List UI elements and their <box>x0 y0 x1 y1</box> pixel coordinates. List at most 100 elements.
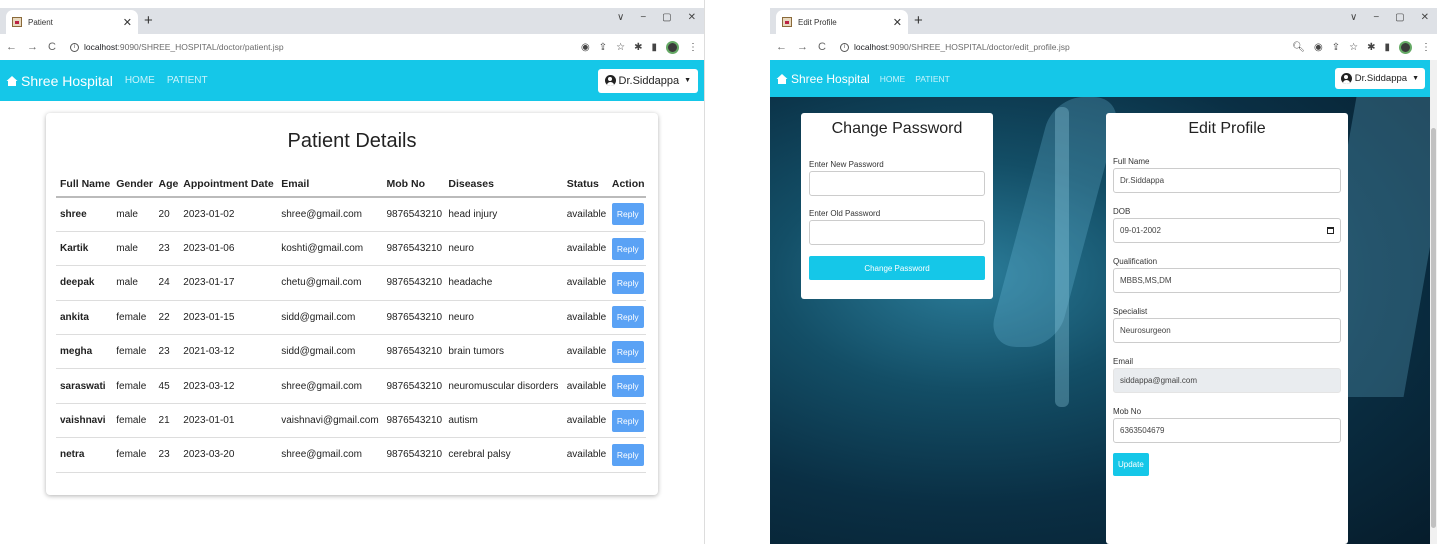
nav-patient[interactable]: PATIENT <box>167 75 208 86</box>
reply-button[interactable]: Reply <box>611 271 644 294</box>
table-cell: 2023-01-02 <box>179 197 278 232</box>
reply-button[interactable]: Reply <box>611 237 644 260</box>
column-header: Full Name <box>56 172 113 198</box>
sidepanel-icon[interactable]: ▮ <box>651 42 657 53</box>
brand[interactable]: Shree Hospital <box>6 73 113 89</box>
qualification-field[interactable]: MBBS,MS,DM <box>1113 268 1341 293</box>
close-window-icon[interactable]: ✕ <box>1421 12 1429 23</box>
browser-tab[interactable]: Patient ✕ <box>6 10 138 34</box>
mob-no-value: 6363504679 <box>1120 426 1165 435</box>
reply-button[interactable]: Reply <box>611 375 644 398</box>
back-icon[interactable]: ← <box>6 41 17 53</box>
forward-icon[interactable]: → <box>27 41 38 53</box>
old-password-input[interactable] <box>809 220 985 245</box>
reply-button[interactable]: Reply <box>611 203 644 226</box>
tab-strip: Patient ✕ + ∨ − ▢ ✕ <box>0 8 704 34</box>
tab-search-icon[interactable]: ∨ <box>617 12 624 23</box>
extensions-icon[interactable]: ✱ <box>634 42 642 53</box>
brand[interactable]: Shree Hospital <box>776 72 870 86</box>
profile-avatar[interactable] <box>1399 40 1412 54</box>
browser-tab[interactable]: Edit Profile ✕ <box>776 10 908 34</box>
back-icon[interactable]: ← <box>776 41 787 53</box>
table-cell: sidd@gmail.com <box>277 300 383 336</box>
maximize-icon[interactable]: ▢ <box>1395 12 1404 23</box>
reply-button[interactable]: Reply <box>611 340 644 363</box>
page-title: Patient Details <box>287 130 417 152</box>
maximize-icon[interactable]: ▢ <box>662 12 671 23</box>
reply-button[interactable]: Reply <box>611 409 644 432</box>
specialist-field[interactable]: Neurosurgeon <box>1113 318 1341 343</box>
specialist-label: Specialist <box>1113 307 1148 316</box>
star-icon[interactable]: ☆ <box>1349 42 1358 53</box>
site-info-icon[interactable]: i <box>69 42 79 52</box>
change-password-button[interactable]: Change Password <box>809 256 985 280</box>
mob-no-field[interactable]: 6363504679 <box>1113 418 1341 443</box>
new-password-input[interactable] <box>809 171 985 196</box>
menu-icon[interactable]: ⋮ <box>1421 42 1431 53</box>
table-cell: female <box>112 403 155 439</box>
table-row: vaishnavi female 21 2023-01-01 vaishnavi@gma… <box>56 403 646 439</box>
scrollbar[interactable] <box>1430 60 1437 544</box>
user-name: Dr.Siddappa <box>1354 73 1408 84</box>
reload-icon[interactable]: C <box>818 41 826 53</box>
user-dropdown-button[interactable]: Dr.Siddappa ▼ <box>1334 68 1425 89</box>
table-cell: ankita <box>56 300 113 336</box>
dob-field[interactable]: 09-01-2002 <box>1113 218 1341 243</box>
site-info-icon[interactable]: i <box>839 42 849 52</box>
eye-icon[interactable]: ◉ <box>581 42 590 53</box>
table-cell: megha <box>56 334 113 370</box>
nav-home[interactable]: HOME <box>125 75 155 86</box>
new-tab-icon[interactable]: + <box>144 13 153 29</box>
column-header: Email <box>277 172 383 198</box>
reply-button[interactable]: Reply <box>611 306 644 329</box>
change-password-card: Change Password Enter New Password Enter… <box>801 113 993 299</box>
nav-home[interactable]: HOME <box>880 74 906 84</box>
calendar-icon[interactable] <box>1327 227 1334 234</box>
table-cell: 21 <box>154 403 180 439</box>
patient-table: Full Name Gender Age Appointment Date Email M… <box>56 172 646 473</box>
table-cell: male <box>112 231 155 267</box>
table-cell: neuro <box>444 300 563 336</box>
home-icon <box>776 73 788 84</box>
forward-icon[interactable]: → <box>797 41 808 53</box>
user-dropdown-button[interactable]: Dr.Siddappa ▼ <box>597 68 698 93</box>
browser-window-edit-profile: Edit Profile ✕ + ∨ − ▢ ✕ ← → C i localho… <box>770 0 1437 544</box>
table-cell: deepak <box>56 265 113 301</box>
address-bar: ← → C i localhost :9090/SHREE_HOSPITAL/d… <box>0 34 704 60</box>
nav-patient[interactable]: PATIENT <box>915 74 950 84</box>
table-cell: 2023-01-15 <box>179 300 278 336</box>
url-field[interactable]: i localhost :9090/SHREE_HOSPITAL/doctor/… <box>839 42 1070 52</box>
star-icon[interactable]: ☆ <box>616 42 625 53</box>
full-name-field[interactable]: Dr.Siddappa <box>1113 168 1341 193</box>
minimize-icon[interactable]: − <box>640 12 646 23</box>
tab-title: Edit Profile <box>798 17 837 27</box>
close-window-icon[interactable]: ✕ <box>688 12 696 23</box>
url-field[interactable]: i localhost :9090/SHREE_HOSPITAL/doctor/… <box>69 42 284 52</box>
scroll-thumb[interactable] <box>1431 128 1436 528</box>
minimize-icon[interactable]: − <box>1373 12 1379 23</box>
caret-down-icon: ▼ <box>684 77 691 84</box>
window-controls: ∨ − ▢ ✕ <box>617 12 696 23</box>
zoom-icon[interactable]: 🔍︎ <box>1292 42 1305 53</box>
eye-icon[interactable]: ◉ <box>1314 42 1323 53</box>
action-cell: Reply <box>607 265 646 301</box>
reload-icon[interactable]: C <box>48 41 56 53</box>
table-cell: neuro <box>444 231 563 267</box>
table-cell: cerebral palsy <box>444 437 563 473</box>
close-tab-icon[interactable]: ✕ <box>893 16 902 29</box>
column-header: Status <box>562 172 608 198</box>
new-tab-icon[interactable]: + <box>914 13 923 29</box>
url-host: localhost <box>853 42 888 52</box>
sidepanel-icon[interactable]: ▮ <box>1384 42 1390 53</box>
reply-button[interactable]: Reply <box>611 443 644 466</box>
share-icon[interactable]: ⇪ <box>599 42 607 53</box>
profile-avatar[interactable] <box>666 40 679 54</box>
table-cell: 2023-03-12 <box>179 368 278 404</box>
extensions-icon[interactable]: ✱ <box>1367 42 1375 53</box>
menu-icon[interactable]: ⋮ <box>688 42 698 53</box>
table-cell: 9876543210 <box>382 265 445 301</box>
close-tab-icon[interactable]: ✕ <box>123 16 132 29</box>
update-button[interactable]: Update <box>1113 453 1149 476</box>
share-icon[interactable]: ⇪ <box>1332 42 1340 53</box>
tab-search-icon[interactable]: ∨ <box>1350 12 1357 23</box>
